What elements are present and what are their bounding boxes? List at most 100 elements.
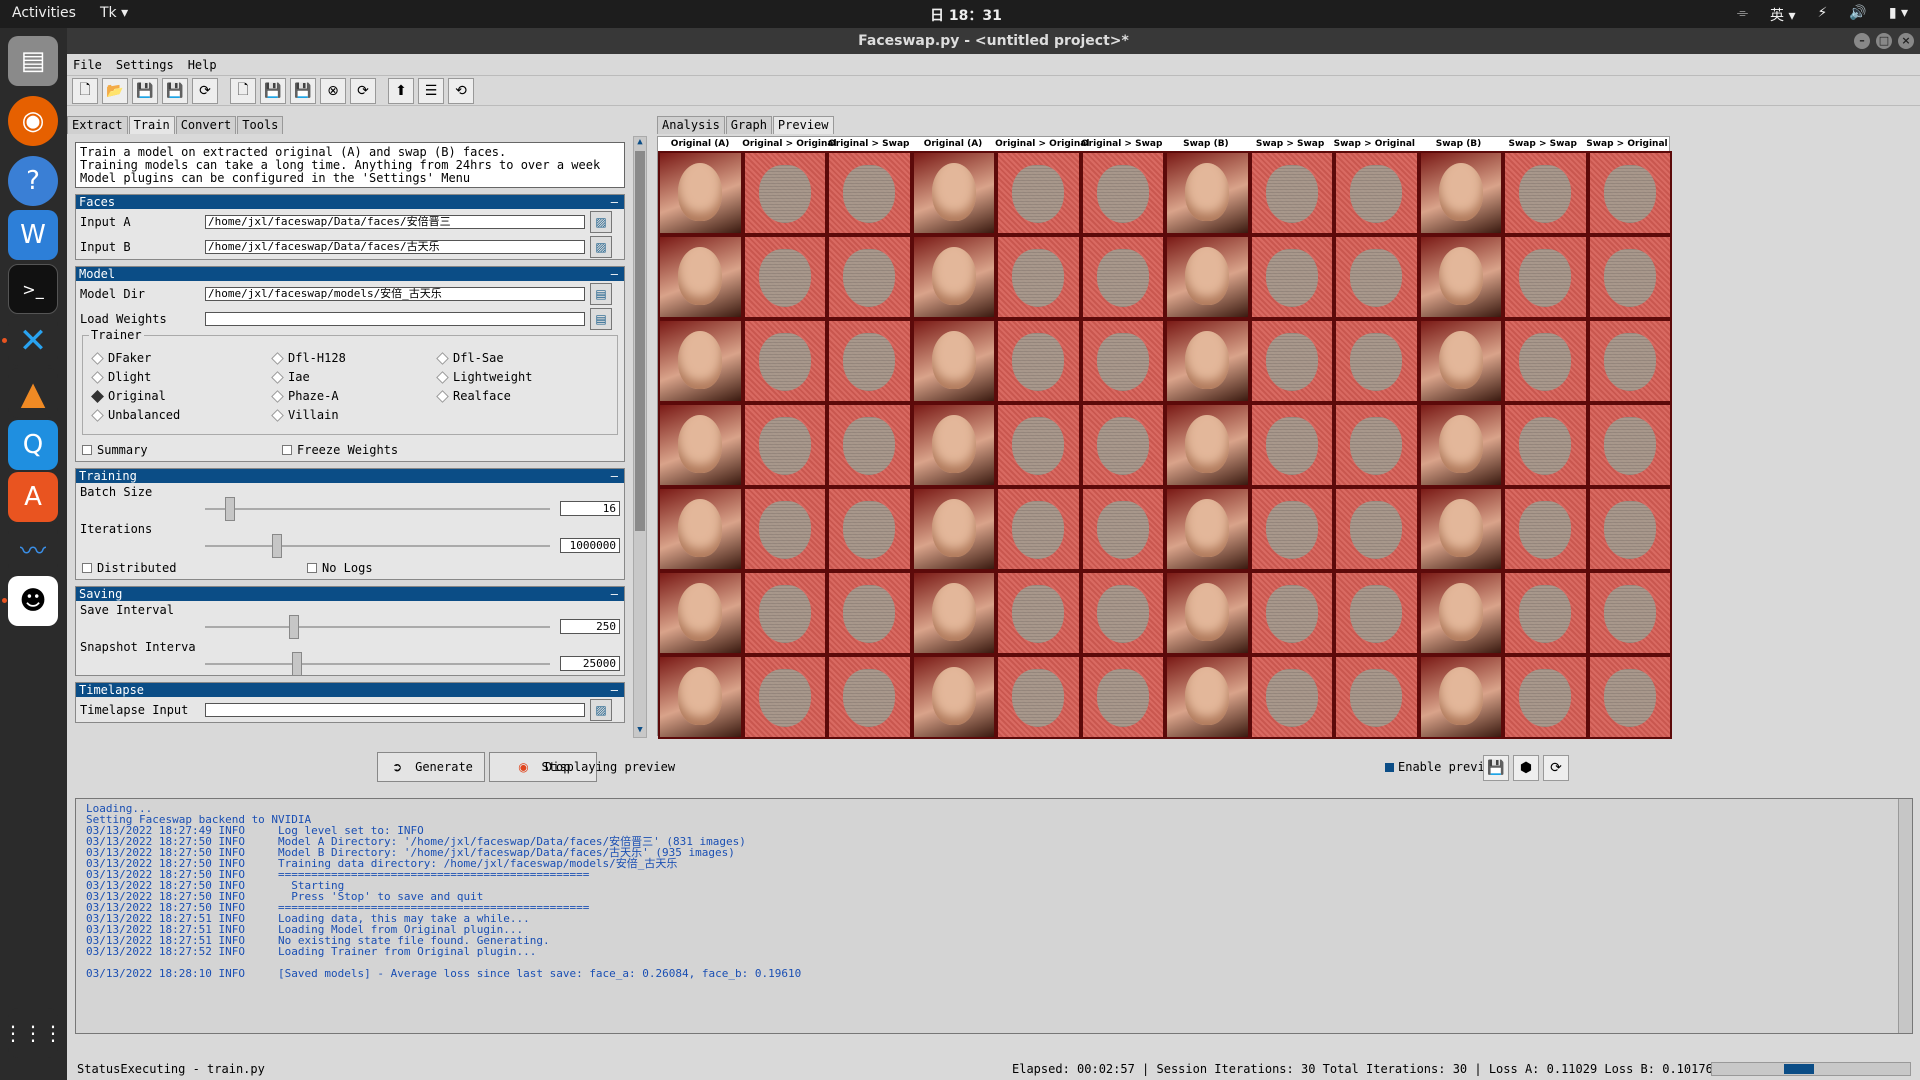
snapshot-interval-value[interactable]: 25000 — [560, 656, 620, 671]
reload-project-icon[interactable]: ⟳ — [192, 77, 218, 104]
radio-dlight[interactable]: Dlight — [91, 369, 273, 385]
save-interval-value[interactable]: 250 — [560, 619, 620, 634]
folder-picker-icon[interactable]: ▤ — [590, 282, 612, 305]
snapshot-interval-slider[interactable] — [205, 651, 550, 676]
radio-villain[interactable]: Villain — [271, 407, 438, 423]
volume-icon[interactable]: 🔊 — [1849, 5, 1866, 25]
save-task-icon[interactable]: 💾 — [260, 77, 286, 104]
refresh-preview-icon[interactable]: ⟳ — [1543, 755, 1569, 781]
radio-original[interactable]: Original — [91, 388, 273, 404]
clock[interactable]: 日 18：31 — [930, 5, 1002, 25]
help-icon[interactable]: ? — [8, 156, 58, 206]
input-a-field[interactable]: /home/jxl/faceswap/Data/faces/安倍晋三 — [205, 214, 585, 229]
close-icon[interactable]: × — [1898, 33, 1914, 49]
maximize-icon[interactable]: □ — [1876, 33, 1892, 49]
menu-settings[interactable]: Settings — [116, 54, 174, 75]
folder-picker-icon[interactable]: ▨ — [590, 210, 612, 233]
menu-help[interactable]: Help — [188, 54, 217, 75]
slider-handle[interactable] — [272, 533, 282, 558]
clear-task-icon[interactable]: ⊗ — [320, 77, 346, 104]
scrollbar-thumb[interactable] — [635, 151, 645, 531]
slider-handle[interactable] — [292, 651, 303, 676]
freeze-weights-checkbox[interactable]: Freeze Weights — [282, 443, 482, 457]
tab-train[interactable]: Train — [128, 116, 175, 134]
tab-analysis[interactable]: Analysis — [657, 116, 725, 134]
system-tray[interactable]: ⌯ 英 ▾ ⚡ 🔊 ▮ ▾ — [1737, 5, 1908, 25]
activities-button[interactable]: Activities — [12, 5, 76, 21]
radio-realface[interactable]: Realface — [436, 388, 603, 404]
bird-icon[interactable]: 〰 — [8, 524, 58, 574]
firefox-icon[interactable]: ◉ — [8, 96, 58, 146]
save-project-icon[interactable]: 💾 — [132, 77, 158, 104]
no-logs-checkbox[interactable]: No Logs — [307, 561, 507, 575]
slider-handle[interactable] — [225, 496, 236, 521]
scroll-up-icon[interactable]: ▲ — [635, 137, 645, 149]
timelapse-input-field[interactable] — [205, 702, 585, 717]
iterations-value[interactable]: 1000000 — [560, 538, 620, 553]
input-b-field[interactable]: /home/jxl/faceswap/Data/faces/古天乐 — [205, 239, 585, 254]
wps-icon[interactable]: W — [8, 210, 58, 260]
faceswap-icon[interactable]: ☻ — [8, 576, 58, 626]
generate-button[interactable]: ➲ Generate — [377, 752, 485, 782]
reload-task-icon[interactable]: ⟳ — [350, 77, 376, 104]
open-project-icon[interactable]: 📂 — [102, 77, 128, 104]
scroll-down-icon[interactable]: ▼ — [635, 725, 645, 737]
tab-extract[interactable]: Extract — [67, 116, 128, 134]
folder-picker-icon[interactable]: ▨ — [590, 235, 612, 258]
model-dir-field[interactable]: /home/jxl/faceswap/models/安倍_古天乐 — [205, 286, 585, 301]
swap-preview-image — [996, 319, 1081, 403]
radio-unbalanced[interactable]: Unbalanced — [91, 407, 273, 423]
distributed-checkbox[interactable]: Distributed — [82, 561, 307, 575]
slider-handle[interactable] — [288, 614, 299, 639]
save-project-as-icon[interactable]: 💾 — [162, 77, 188, 104]
swap-preview-image — [827, 235, 912, 319]
tab-preview[interactable]: Preview — [772, 116, 834, 134]
options-scrollbar[interactable]: ▲ ▼ — [633, 136, 647, 738]
tab-tools[interactable]: Tools — [237, 116, 284, 134]
batch-size-value[interactable]: 16 — [560, 501, 620, 516]
mask-toggle-icon[interactable]: ⬢ — [1513, 755, 1539, 781]
folder-picker-icon[interactable]: ▨ — [590, 698, 612, 721]
new-project-icon[interactable]: 🗋 — [72, 77, 98, 104]
radio-dfaker[interactable]: DFaker — [91, 350, 273, 366]
batch-size-slider[interactable] — [205, 496, 550, 521]
save-interval-slider[interactable] — [205, 614, 550, 639]
file-picker-icon[interactable]: ▤ — [590, 307, 612, 330]
radio-iae[interactable]: Iae — [271, 369, 438, 385]
network-status-icon[interactable]: ⌯ — [1737, 5, 1748, 25]
section-header[interactable]: Model – — [76, 267, 624, 281]
new-task-icon[interactable]: 🗋 — [230, 77, 256, 104]
section-header[interactable]: Saving – — [76, 587, 624, 601]
app-menu[interactable]: Tk ▾ — [100, 5, 128, 21]
tab-convert[interactable]: Convert — [175, 116, 237, 134]
minimize-icon[interactable]: – — [1854, 33, 1870, 49]
matlab-icon[interactable]: ▲ — [8, 368, 58, 418]
input-method-icon[interactable]: 英 ▾ — [1770, 5, 1795, 25]
file-cabinet-icon[interactable]: ▤ — [8, 36, 58, 86]
radio-phaze-a[interactable]: Phaze-A — [271, 388, 438, 404]
save-task-as-icon[interactable]: 💾 — [290, 77, 316, 104]
radio-dfl-sae[interactable]: Dfl-Sae — [436, 350, 603, 366]
section-header[interactable]: Training – — [76, 469, 624, 483]
section-header[interactable]: Timelapse – — [76, 683, 624, 697]
console-scrollbar[interactable] — [1898, 799, 1912, 1033]
menu-file[interactable]: File — [73, 54, 102, 75]
save-preview-icon[interactable]: 💾 — [1483, 755, 1509, 781]
iterations-slider[interactable] — [205, 533, 550, 558]
software-center-icon[interactable]: A — [8, 472, 58, 522]
vscode-icon[interactable]: ✕ — [8, 316, 58, 366]
restart-icon[interactable]: ⟲ — [448, 77, 474, 104]
terminal-icon[interactable]: >_ — [8, 264, 58, 314]
qq-icon[interactable]: Q — [8, 420, 58, 470]
update-icon[interactable]: ⬆ — [388, 77, 414, 104]
radio-dfl-h128[interactable]: Dfl-H128 — [271, 350, 438, 366]
tab-graph[interactable]: Graph — [725, 116, 772, 134]
show-apps-icon[interactable]: ⋮⋮⋮ — [3, 1008, 63, 1058]
load-weights-field[interactable] — [205, 311, 585, 326]
summary-checkbox[interactable]: Summary — [82, 443, 282, 457]
radio-lightweight[interactable]: Lightweight — [436, 369, 603, 385]
wifi-icon[interactable]: ⚡ — [1818, 5, 1828, 25]
settings-icon[interactable]: ☰ — [418, 77, 444, 104]
section-header[interactable]: Faces – — [76, 195, 624, 209]
battery-icon[interactable]: ▮ ▾ — [1889, 5, 1908, 25]
